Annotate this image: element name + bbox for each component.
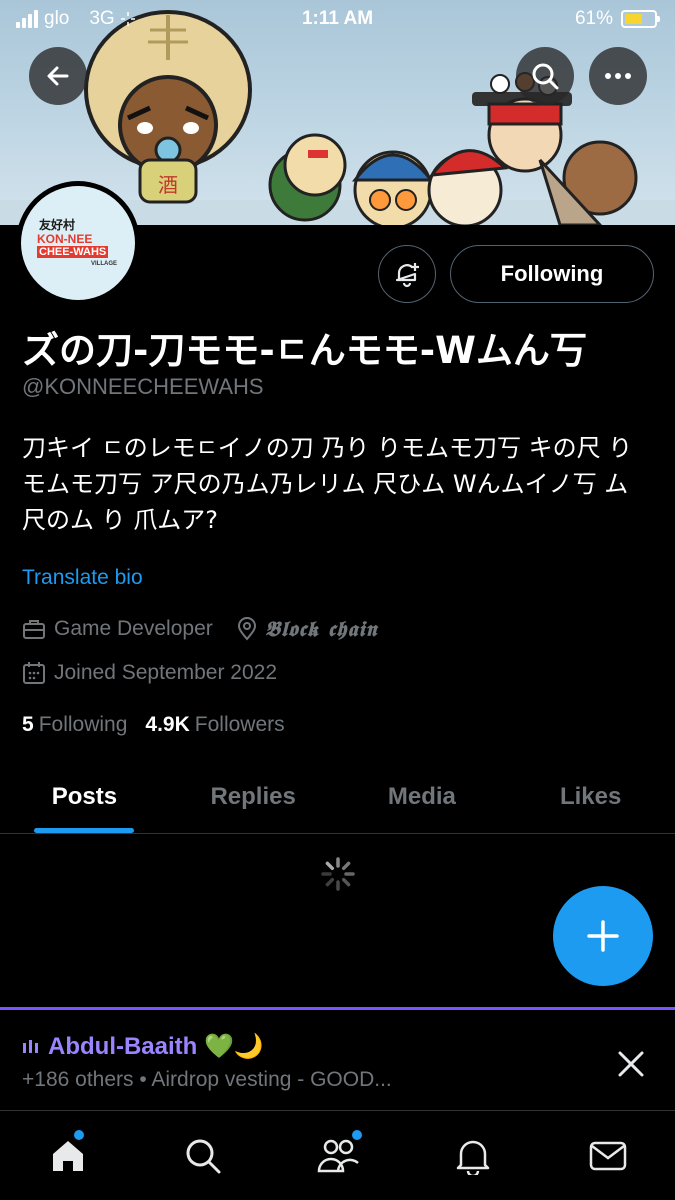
following-stat[interactable]: 5 Following	[22, 713, 127, 737]
logo-line2: CHEE-WAHS	[37, 246, 109, 258]
status-bar: glo 3G 1:11 AM 61%	[0, 0, 675, 40]
search-button[interactable]	[516, 47, 574, 105]
more-button[interactable]	[589, 47, 647, 105]
notifications-icon	[456, 1140, 489, 1175]
nav-messages[interactable]	[540, 1112, 675, 1200]
home-notification-dot	[74, 1130, 84, 1140]
battery-percent: 61%	[574, 8, 613, 29]
avatar-logo: 友好村 KON-NEE CHEE-WAHS VILLAGE	[21, 186, 135, 300]
spinner-icon	[321, 857, 355, 891]
joined-label: Joined September 2022	[54, 661, 277, 684]
status-time: 1:11 AM	[301, 8, 374, 29]
followers-count: 4.9K	[145, 713, 190, 736]
close-icon	[618, 1051, 644, 1077]
notify-button[interactable]	[378, 245, 436, 303]
back-button[interactable]	[29, 47, 87, 105]
audio-bars-icon	[23, 1039, 38, 1053]
following-stat-label: Following	[38, 713, 128, 736]
category-item: Game Developer	[22, 617, 213, 641]
nav-home[interactable]	[0, 1112, 135, 1200]
battery-icon	[621, 10, 660, 28]
location-item: 𝕭𝖑𝖔𝖈𝖐 𝖈𝖍𝖆𝖎𝖓	[237, 616, 378, 642]
category-label: Game Developer	[54, 617, 213, 640]
following-button[interactable]: Following	[450, 245, 654, 303]
profile-tabs: Posts Replies Media Likes	[0, 760, 675, 834]
joined-row: Joined September 2022	[22, 661, 301, 685]
followers-stat[interactable]: 4.9K Followers	[145, 713, 284, 737]
logo-line3: VILLAGE	[91, 261, 118, 267]
display-name: ズの刀-刀モモ-ㄷんモモ-Wムん丂	[22, 329, 587, 372]
plus-icon	[587, 920, 619, 952]
tab-replies[interactable]: Replies	[169, 760, 338, 833]
profile-avatar[interactable]: 友好村 KON-NEE CHEE-WAHS VILLAGE	[16, 181, 140, 305]
back-arrow-icon	[47, 66, 69, 86]
location-label: 𝕭𝖑𝖔𝖈𝖐 𝖈𝖍𝖆𝖎𝖓	[264, 616, 378, 641]
location-pin-icon	[237, 617, 256, 641]
space-close-button[interactable]	[612, 1045, 650, 1083]
tab-likes[interactable]: Likes	[506, 760, 675, 833]
briefcase-icon	[23, 620, 45, 639]
space-title: Abdul-Baaith 💚🌙	[22, 1032, 264, 1061]
messages-icon	[589, 1141, 626, 1171]
space-subtitle: +186 others • Airdrop vesting - GOOD...	[22, 1068, 392, 1091]
joined-item: Joined September 2022	[22, 661, 277, 685]
profile-meta-row: Game Developer 𝕭𝖑𝖔𝖈𝖐 𝖈𝖍𝖆𝖎𝖓	[22, 616, 401, 642]
compose-button[interactable]	[553, 886, 653, 986]
logo-line1: KON-NEE	[37, 232, 93, 246]
follow-stats: 5 Following 4.9K Followers	[22, 713, 285, 737]
search-icon	[532, 63, 559, 90]
svg-text:酒: 酒	[158, 173, 178, 197]
battery-fill	[625, 14, 643, 24]
more-icon	[605, 73, 631, 79]
followers-stat-label: Followers	[194, 713, 285, 736]
status-right: 61%	[574, 8, 660, 30]
translate-bio-link[interactable]: Translate bio	[22, 566, 143, 590]
bell-plus-icon	[395, 263, 419, 288]
communities-notification-dot	[352, 1130, 362, 1140]
tab-posts[interactable]: Posts	[0, 760, 169, 833]
nav-communities[interactable]	[270, 1112, 405, 1200]
space-host: Abdul-Baaith 💚🌙	[48, 1033, 264, 1060]
profile-bio: 刀キイ ㄷのレモㄷイノの刀 乃り りモムモ刀丂 キの尺 りモムモ刀丂 ア尺の乃ム…	[22, 434, 633, 534]
nav-notifications[interactable]	[405, 1112, 540, 1200]
communities-icon	[317, 1139, 359, 1173]
following-count: 5	[22, 713, 34, 736]
nav-explore[interactable]	[135, 1112, 270, 1200]
bottom-nav	[0, 1112, 675, 1200]
spaces-dock[interactable]: Abdul-Baaith 💚🌙 +186 others • Airdrop ve…	[0, 1007, 675, 1111]
tab-media[interactable]: Media	[338, 760, 507, 833]
home-icon	[52, 1141, 83, 1171]
calendar-icon	[23, 662, 45, 684]
user-handle: @KONNEECHEEWAHS	[22, 374, 264, 399]
logo-kanji: 友好村	[39, 218, 76, 232]
explore-icon	[186, 1139, 220, 1174]
